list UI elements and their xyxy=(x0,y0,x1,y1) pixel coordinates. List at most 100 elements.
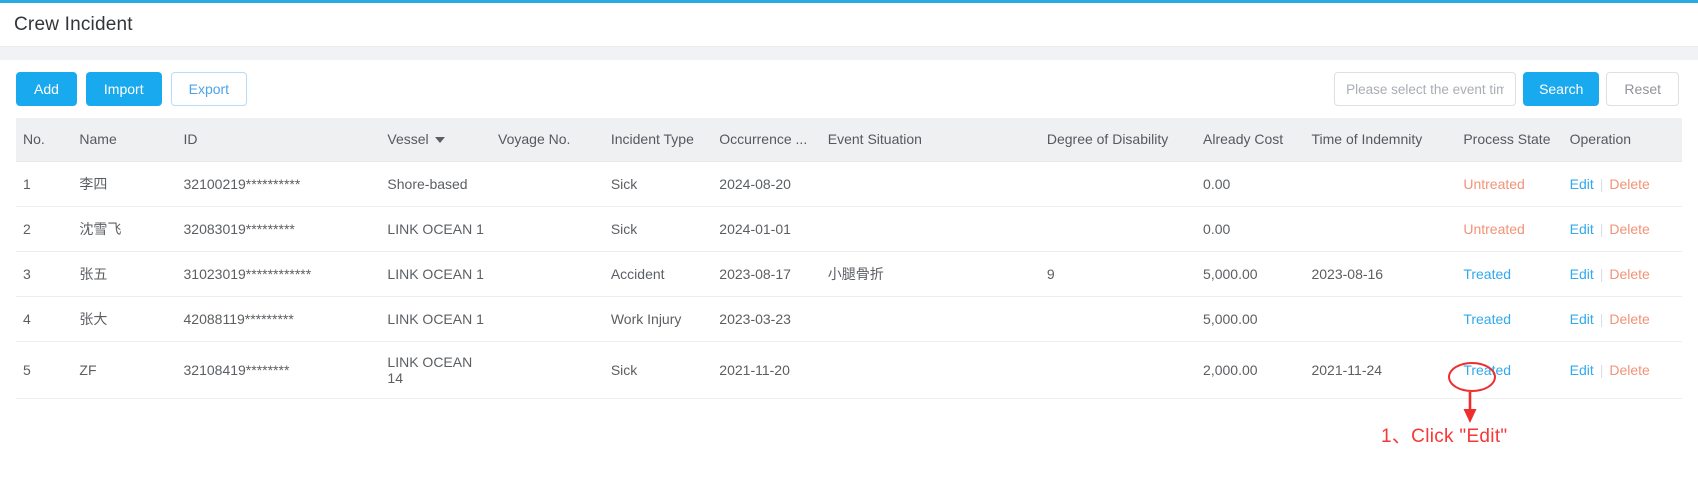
cell-degree-of-disability xyxy=(1039,296,1197,342)
delete-link[interactable]: Delete xyxy=(1609,221,1649,237)
page-title: Crew Incident xyxy=(14,13,133,35)
cell-process-state: Untreated xyxy=(1456,161,1563,207)
cell-occurrence-date: 2024-01-01 xyxy=(712,206,821,252)
edit-link[interactable]: Edit xyxy=(1570,221,1594,237)
cell-time-of-indemnity xyxy=(1304,296,1457,342)
column-header-event-situation: Event Situation xyxy=(820,118,1040,162)
cell-process-state: Treated xyxy=(1456,296,1563,342)
table-head: No. Name ID Vessel Voyage No. Incident T… xyxy=(16,118,1682,162)
cell-already-cost: 0.00 xyxy=(1196,161,1305,207)
cell-name: 张大 xyxy=(72,296,177,342)
cell-time-of-indemnity: 2023-08-16 xyxy=(1304,251,1457,297)
annotation-step-text: 1、Click "Edit" xyxy=(1381,426,1508,447)
table-body: 1 李四 32100219********** Shore-based Sick 2024… xyxy=(16,161,1682,399)
cell-vessel: Shore-based xyxy=(380,161,492,207)
cell-voyage-no xyxy=(491,161,604,207)
cell-no: 3 xyxy=(16,251,73,297)
edit-link[interactable]: Edit xyxy=(1570,266,1594,282)
cell-id: 32083019********* xyxy=(176,206,381,252)
column-header-vessel[interactable]: Vessel xyxy=(380,118,492,162)
delete-link[interactable]: Delete xyxy=(1609,176,1649,192)
operation-separator: | xyxy=(1599,361,1604,378)
search-button[interactable]: Search xyxy=(1523,72,1600,106)
cell-operation: Edit | Delete xyxy=(1562,161,1682,207)
event-time-input[interactable] xyxy=(1334,72,1517,106)
cell-time-of-indemnity: 2021-11-24 xyxy=(1304,341,1457,399)
cell-name: 李四 xyxy=(72,161,177,207)
reset-button[interactable]: Reset xyxy=(1606,72,1679,106)
export-button[interactable]: Export xyxy=(170,72,248,106)
cell-already-cost: 2,000.00 xyxy=(1196,341,1305,399)
cell-time-of-indemnity xyxy=(1304,206,1457,252)
column-header-voyage-no: Voyage No. xyxy=(491,118,604,162)
cell-incident-type: Work Injury xyxy=(603,296,713,342)
column-header-already-cost: Already Cost xyxy=(1196,118,1305,162)
cell-already-cost: 5,000.00 xyxy=(1196,251,1305,297)
cell-voyage-no xyxy=(491,296,604,342)
cell-no: 5 xyxy=(16,341,73,399)
cell-vessel: LINK OCEAN 14 xyxy=(380,341,492,399)
cell-voyage-no xyxy=(491,341,604,399)
toolbar: Add Import Export Search Reset xyxy=(16,60,1682,118)
chevron-down-icon[interactable] xyxy=(434,136,445,143)
column-header-occurrence: Occurrence ... xyxy=(712,118,821,162)
cell-id: 32108419******** xyxy=(176,341,381,399)
cell-incident-type: Sick xyxy=(603,341,713,399)
table-row: 1 李四 32100219********** Shore-based Sick 2024… xyxy=(16,161,1682,207)
cell-already-cost: 0.00 xyxy=(1196,206,1305,252)
cell-occurrence-date: 2021-11-20 xyxy=(712,341,821,399)
edit-link[interactable]: Edit xyxy=(1570,362,1594,378)
cell-name: ZF xyxy=(72,341,177,399)
cell-process-state: Treated xyxy=(1456,251,1563,297)
add-button[interactable]: Add xyxy=(16,72,77,106)
toolbar-right-group: Search Reset xyxy=(1334,72,1682,106)
cell-no: 2 xyxy=(16,206,73,252)
toolbar-left-group: Add Import Export xyxy=(16,72,248,106)
edit-link[interactable]: Edit xyxy=(1570,311,1594,327)
cell-degree-of-disability xyxy=(1039,206,1197,252)
status-badge: Treated xyxy=(1463,310,1512,327)
column-header-id: ID xyxy=(176,118,381,162)
cell-occurrence-date: 2023-03-23 xyxy=(712,296,821,342)
cell-name: 张五 xyxy=(72,251,177,297)
cell-operation: Edit | Delete xyxy=(1562,296,1682,342)
column-header-no: No. xyxy=(16,118,73,162)
delete-link[interactable]: Delete xyxy=(1609,311,1649,327)
cell-incident-type: Sick xyxy=(603,206,713,252)
cell-degree-of-disability: 9 xyxy=(1039,251,1197,297)
table-row: 3 张五 31023019************ LINK OCEAN 1 Accid… xyxy=(16,251,1682,297)
cell-id: 42088119********* xyxy=(176,296,381,342)
cell-already-cost: 5,000.00 xyxy=(1196,296,1305,342)
cell-name: 沈雪飞 xyxy=(72,206,177,252)
edit-link[interactable]: Edit xyxy=(1570,176,1594,192)
cell-occurrence-date: 2023-08-17 xyxy=(712,251,821,297)
cell-operation: Edit | Delete xyxy=(1562,341,1682,399)
cell-event-situation xyxy=(820,161,1040,207)
cell-no: 1 xyxy=(16,161,73,207)
import-button[interactable]: Import xyxy=(85,72,162,106)
cell-voyage-no xyxy=(491,206,604,252)
table-row: 2 沈雪飞 32083019********* LINK OCEAN 1 Sick 202… xyxy=(16,206,1682,252)
column-header-time-of-indemnity: Time of Indemnity xyxy=(1304,118,1457,162)
cell-operation: Edit | Delete xyxy=(1562,206,1682,252)
cell-voyage-no xyxy=(491,251,604,297)
cell-vessel: LINK OCEAN 1 xyxy=(380,251,492,297)
table-header-row: No. Name ID Vessel Voyage No. Incident T… xyxy=(16,118,1682,162)
status-badge: Treated xyxy=(1463,265,1512,282)
operation-separator: | xyxy=(1599,265,1604,282)
status-badge: Untreated xyxy=(1463,220,1525,237)
delete-link[interactable]: Delete xyxy=(1609,266,1649,282)
cell-id: 32100219********** xyxy=(176,161,381,207)
cell-vessel: LINK OCEAN 1 xyxy=(380,206,492,252)
column-header-incident-type: Incident Type xyxy=(603,118,713,162)
cell-occurrence-date: 2024-08-20 xyxy=(712,161,821,207)
cell-event-situation xyxy=(820,341,1040,399)
cell-degree-of-disability xyxy=(1039,161,1197,207)
column-header-degree-of-disability: Degree of Disability xyxy=(1039,118,1197,162)
delete-link[interactable]: Delete xyxy=(1609,362,1649,378)
cell-incident-type: Accident xyxy=(603,251,713,297)
cell-incident-type: Sick xyxy=(603,161,713,207)
cell-process-state: Treated xyxy=(1456,341,1563,399)
status-badge: Treated xyxy=(1463,361,1512,378)
table-row: 5 ZF 32108419******** LINK OCEAN 14 Sick 2021… xyxy=(16,341,1682,399)
